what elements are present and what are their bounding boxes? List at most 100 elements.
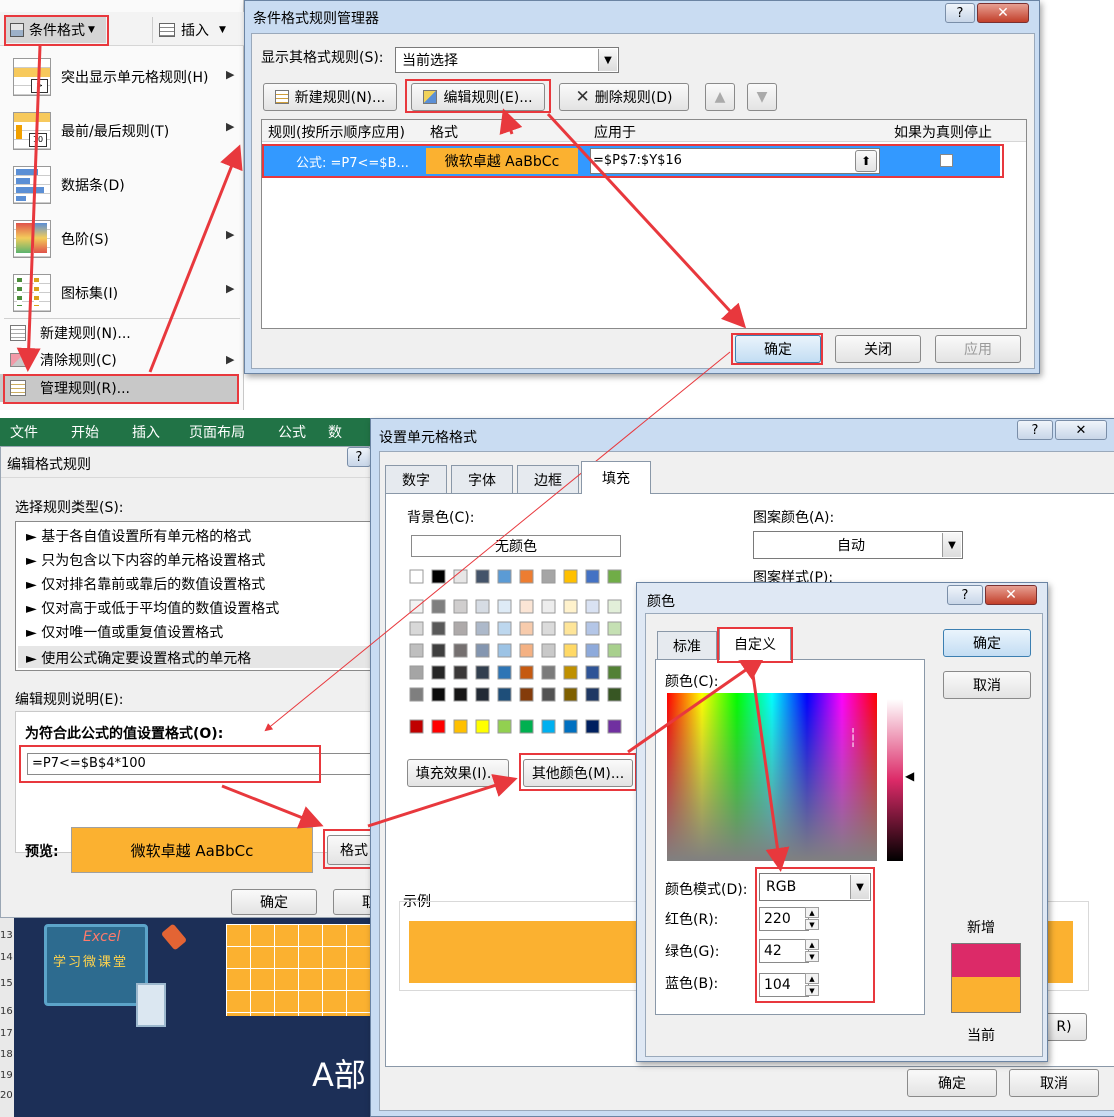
palette-swatch[interactable] [453, 687, 468, 702]
edit-rule-button[interactable]: 编辑规则(E)... [411, 83, 545, 111]
palette-swatch[interactable] [453, 569, 468, 584]
tab-fill[interactable]: 填充 [581, 461, 651, 494]
move-down-button[interactable]: ▼ [747, 83, 777, 111]
green-down-icon[interactable]: ▼ [805, 951, 819, 962]
palette-swatch[interactable] [585, 643, 600, 658]
menu-top-bottom-rules[interactable]: 10 最前/最后规则(T) ▶ [0, 106, 244, 156]
no-color-button[interactable]: 无颜色 [411, 535, 621, 557]
palette-swatch[interactable] [541, 665, 556, 680]
palette-swatch[interactable] [431, 599, 446, 614]
palette-swatch[interactable] [409, 665, 424, 680]
more-colors-button[interactable]: 其他颜色(M)... [523, 759, 633, 787]
pattern-color-select[interactable]: 自动 ▼ [753, 531, 963, 559]
palette-swatch[interactable] [409, 621, 424, 636]
palette-swatch[interactable] [453, 665, 468, 680]
chevron-down-icon[interactable]: ▼ [850, 875, 869, 899]
palette-swatch[interactable] [607, 621, 622, 636]
chevron-down-icon[interactable]: ▼ [942, 533, 961, 557]
standard-color-swatch[interactable] [607, 719, 622, 734]
standard-color-swatch[interactable] [453, 719, 468, 734]
blue-down-icon[interactable]: ▼ [805, 985, 819, 996]
palette-swatch[interactable] [585, 599, 600, 614]
palette-swatch[interactable] [563, 569, 578, 584]
standard-color-swatch[interactable] [497, 719, 512, 734]
table-row[interactable]: 公式: =P7<=$B... 微软卓越 AaBbCc =$P$7:$Y$16 ⬆ [264, 146, 1000, 176]
insert-button[interactable]: 插入 ▼ [152, 17, 240, 43]
palette-swatch[interactable] [497, 643, 512, 658]
new-rule-button[interactable]: 新建规则(N)... [263, 83, 397, 111]
applies-to-input[interactable]: =$P$7:$Y$16 ⬆ [590, 148, 880, 174]
color-palette[interactable] [409, 569, 627, 739]
palette-swatch[interactable] [541, 621, 556, 636]
standard-color-swatch[interactable] [431, 719, 446, 734]
menu-clear-rules[interactable]: 清除规则(C) ▶ [0, 348, 244, 372]
manager-close-button[interactable]: 关闭 [835, 335, 921, 363]
palette-swatch[interactable] [519, 569, 534, 584]
menu-data-bars[interactable]: 数据条(D) [0, 160, 244, 210]
blue-up-icon[interactable]: ▲ [805, 973, 819, 984]
color-spectrum[interactable] [667, 693, 877, 861]
palette-swatch[interactable] [475, 621, 490, 636]
palette-swatch[interactable] [563, 621, 578, 636]
rule-type-item[interactable]: ► 仅对唯一值或重复值设置格式 [26, 622, 223, 642]
menu-new-rule[interactable]: 新建规则(N)... [0, 321, 244, 345]
palette-swatch[interactable] [431, 665, 446, 680]
palette-swatch[interactable] [519, 643, 534, 658]
palette-swatch[interactable] [497, 621, 512, 636]
palette-swatch[interactable] [519, 687, 534, 702]
rule-type-item[interactable]: ► 仅对高于或低于平均值的数值设置格式 [26, 598, 279, 618]
palette-swatch[interactable] [431, 687, 446, 702]
palette-swatch[interactable] [563, 643, 578, 658]
ribbon-tab-home[interactable]: 开始 [71, 422, 99, 442]
palette-swatch[interactable] [475, 665, 490, 680]
help-button[interactable]: ? [947, 585, 983, 605]
palette-swatch[interactable] [541, 599, 556, 614]
delete-rule-button[interactable]: ✕ 删除规则(D) [559, 83, 689, 111]
format-ok-button[interactable]: 确定 [907, 1069, 997, 1097]
close-icon[interactable]: ✕ [985, 585, 1037, 605]
palette-swatch[interactable] [409, 687, 424, 702]
palette-swatch[interactable] [409, 643, 424, 658]
palette-swatch[interactable] [519, 599, 534, 614]
colors-cancel-button[interactable]: 取消 [943, 671, 1031, 699]
rule-type-item[interactable]: ► 基于各自值设置所有单元格的格式 [26, 526, 251, 546]
help-button[interactable]: ? [347, 447, 371, 467]
standard-color-swatch[interactable] [409, 719, 424, 734]
luminance-bar[interactable] [887, 699, 903, 861]
palette-swatch[interactable] [431, 643, 446, 658]
rule-type-item-selected[interactable]: ► 使用公式确定要设置格式的单元格 [26, 648, 251, 668]
move-up-button[interactable]: ▲ [705, 83, 735, 111]
luminance-arrow-icon[interactable]: ◀ [905, 769, 914, 783]
palette-swatch[interactable] [409, 569, 424, 584]
standard-color-swatch[interactable] [519, 719, 534, 734]
colors-ok-button[interactable]: 确定 [943, 629, 1031, 657]
palette-swatch[interactable] [409, 599, 424, 614]
green-input[interactable]: 42 [759, 939, 809, 963]
menu-icon-sets[interactable]: 图标集(I) ▶ [0, 268, 244, 318]
palette-swatch[interactable] [585, 687, 600, 702]
palette-swatch[interactable] [497, 569, 512, 584]
tab-standard[interactable]: 标准 [657, 631, 717, 659]
chevron-down-icon[interactable]: ▼ [598, 49, 617, 71]
standard-color-swatch[interactable] [563, 719, 578, 734]
palette-swatch[interactable] [541, 643, 556, 658]
palette-swatch[interactable] [607, 599, 622, 614]
cf-button[interactable]: 条件格式 ▼ [6, 17, 106, 43]
palette-swatch[interactable] [607, 569, 622, 584]
blue-input[interactable]: 104 [759, 973, 809, 997]
rule-type-list[interactable]: ► 基于各自值设置所有单元格的格式 ► 只为包含以下内容的单元格设置格式 ► 仅… [15, 521, 381, 671]
palette-swatch[interactable] [585, 621, 600, 636]
help-button[interactable]: ? [945, 3, 975, 23]
palette-swatch[interactable] [519, 665, 534, 680]
palette-swatch[interactable] [453, 599, 468, 614]
palette-swatch[interactable] [453, 643, 468, 658]
green-up-icon[interactable]: ▲ [805, 939, 819, 950]
formula-input[interactable]: =P7<=$B$4*100 [27, 753, 381, 775]
ribbon-tab-data[interactable]: 数 [328, 422, 342, 442]
help-button[interactable]: ? [1017, 420, 1053, 440]
rule-type-item[interactable]: ► 仅对排名靠前或靠后的数值设置格式 [26, 574, 265, 594]
palette-swatch[interactable] [453, 621, 468, 636]
palette-swatch[interactable] [431, 569, 446, 584]
standard-color-swatch[interactable] [541, 719, 556, 734]
menu-color-scales[interactable]: 色阶(S) ▶ [0, 214, 244, 264]
